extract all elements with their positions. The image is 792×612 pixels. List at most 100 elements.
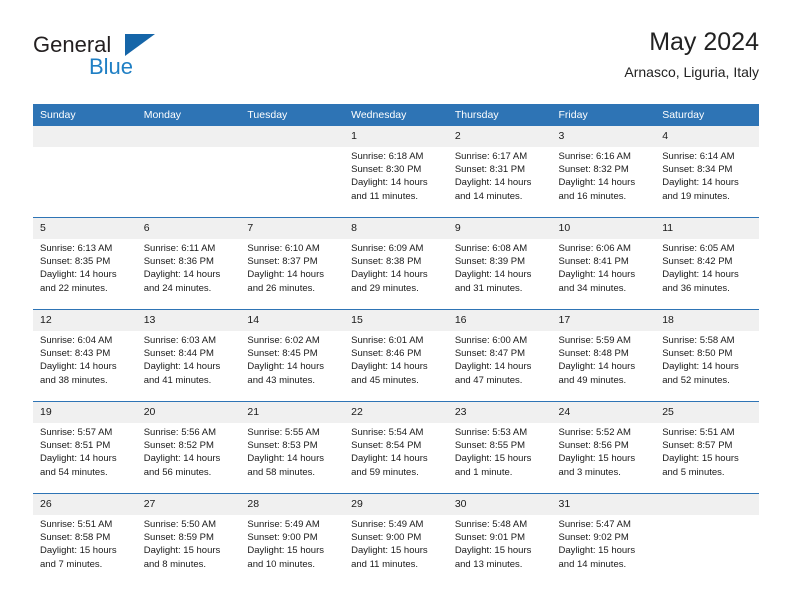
day-details: Sunrise: 5:49 AM Sunset: 9:00 PM Daylight:… [344,515,448,571]
calendar-cell-day[interactable]: 29 Sunrise: 5:49 AM Sunset: 9:00 PM Dayligh… [344,493,448,585]
calendar-cell-day[interactable]: 6 Sunrise: 6:11 AM Sunset: 8:36 PM Daylight… [136,217,241,310]
day-details: Sunrise: 6:13 AM Sunset: 8:35 PM Daylight:… [33,239,137,295]
sunset-text: Sunset: 8:32 PM [558,164,629,176]
sunset-text: Sunset: 9:00 PM [351,532,422,544]
daylight-text: Daylight: 14 hours and 19 minutes. [662,177,739,202]
calendar-cell-day[interactable]: 18 Sunrise: 5:58 AM Sunset: 8:50 PM Dayligh… [655,309,759,402]
sunrise-text: Sunrise: 5:59 AM [558,335,631,346]
calendar-cell-day[interactable]: 30 Sunrise: 5:48 AM Sunset: 9:01 PM Dayligh… [447,493,552,585]
calendar-cell-day[interactable]: 9 Sunrise: 6:08 AM Sunset: 8:39 PM Daylight… [447,217,552,310]
sunrise-text: Sunrise: 5:52 AM [558,427,631,438]
day-number: 23 [447,402,552,423]
sunset-text: Sunset: 8:45 PM [247,348,318,360]
day-details: Sunrise: 6:02 AM Sunset: 8:45 PM Daylight:… [240,331,344,387]
calendar-cell-day[interactable]: 28 Sunrise: 5:49 AM Sunset: 9:00 PM Dayligh… [240,493,345,585]
calendar-cell-day[interactable]: 24 Sunrise: 5:52 AM Sunset: 8:56 PM Dayligh… [551,401,656,494]
calendar-cell-day[interactable]: 11 Sunrise: 6:05 AM Sunset: 8:42 PM Dayligh… [655,217,759,310]
sunset-text: Sunset: 8:30 PM [351,164,422,176]
day-number [240,126,345,147]
calendar-cell-day[interactable]: 27 Sunrise: 5:50 AM Sunset: 8:59 PM Dayligh… [136,493,241,585]
calendar-cell-day[interactable]: 12 Sunrise: 6:04 AM Sunset: 8:43 PM Dayligh… [33,309,137,402]
calendar-cell-day[interactable]: 22 Sunrise: 5:54 AM Sunset: 8:54 PM Dayligh… [344,401,448,494]
weekday-header-saturday: Saturday [655,104,759,126]
calendar-cell-day[interactable]: 10 Sunrise: 6:06 AM Sunset: 8:41 PM Dayligh… [551,217,656,310]
day-details: Sunrise: 6:06 AM Sunset: 8:41 PM Daylight:… [552,239,656,295]
sunset-text: Sunset: 8:46 PM [351,348,422,360]
day-number: 10 [551,218,656,239]
day-details: Sunrise: 5:59 AM Sunset: 8:48 PM Daylight:… [552,331,656,387]
day-number: 27 [136,494,241,515]
calendar-table: Sunday Monday Tuesday Wednesday Thursday… [33,104,759,585]
calendar-cell-day[interactable]: 2 Sunrise: 6:17 AM Sunset: 8:31 PM Daylight… [447,126,552,218]
calendar-cell-day[interactable]: 7 Sunrise: 6:10 AM Sunset: 8:37 PM Daylight… [240,217,345,310]
calendar-cell-day[interactable]: 14 Sunrise: 6:02 AM Sunset: 8:45 PM Dayligh… [240,309,345,402]
calendar-cell-day[interactable]: 17 Sunrise: 5:59 AM Sunset: 8:48 PM Dayligh… [551,309,656,402]
weekday-header-tuesday: Tuesday [240,104,345,126]
calendar-cell-day[interactable]: 31 Sunrise: 5:47 AM Sunset: 9:02 PM Dayligh… [551,493,656,585]
calendar-cell-day[interactable]: 13 Sunrise: 6:03 AM Sunset: 8:44 PM Dayligh… [136,309,241,402]
calendar-header-row: Sunday Monday Tuesday Wednesday Thursday… [33,104,759,126]
daylight-text: Daylight: 15 hours and 7 minutes. [40,545,117,570]
sunrise-text: Sunrise: 5:49 AM [351,519,424,530]
sunset-text: Sunset: 8:35 PM [40,256,111,268]
title-block: May 2024 Arnasco, Liguria, Italy [624,26,759,82]
daylight-text: Daylight: 15 hours and 11 minutes. [351,545,428,570]
calendar-cell-day[interactable]: 23 Sunrise: 5:53 AM Sunset: 8:55 PM Dayligh… [447,401,552,494]
calendar-cell-day[interactable]: 15 Sunrise: 6:01 AM Sunset: 8:46 PM Dayligh… [344,309,448,402]
sunrise-text: Sunrise: 5:57 AM [40,427,113,438]
sunrise-text: Sunrise: 5:50 AM [143,519,217,530]
sunset-text: Sunset: 8:50 PM [662,348,733,360]
sunset-text: Sunset: 8:53 PM [247,440,318,452]
calendar-cell-day[interactable]: 16 Sunrise: 6:00 AM Sunset: 8:47 PM Dayligh… [447,309,552,402]
day-details: Sunrise: 5:52 AM Sunset: 8:56 PM Daylight:… [552,423,656,479]
day-number: 30 [447,494,552,515]
sunrise-text: Sunrise: 5:48 AM [454,519,528,530]
daylight-text: Daylight: 14 hours and 31 minutes. [454,269,532,294]
daylight-text: Daylight: 15 hours and 10 minutes. [247,545,324,570]
calendar-cell-day[interactable]: 21 Sunrise: 5:55 AM Sunset: 8:53 PM Dayligh… [240,401,345,494]
sunrise-text: Sunrise: 5:51 AM [40,519,113,530]
day-number: 18 [655,310,759,331]
day-number: 19 [33,402,137,423]
calendar-cell-day[interactable]: 8 Sunrise: 6:09 AM Sunset: 8:38 PM Daylight… [344,217,448,310]
daylight-text: Daylight: 14 hours and 41 minutes. [143,361,221,386]
calendar-cell-day[interactable]: 26 Sunrise: 5:51 AM Sunset: 8:58 PM Dayligh… [33,493,137,585]
calendar-cell-day[interactable]: 5 Sunrise: 6:13 AM Sunset: 8:35 PM Daylight… [33,217,137,310]
sunset-text: Sunset: 8:44 PM [143,348,214,360]
day-details: Sunrise: 6:11 AM Sunset: 8:36 PM Daylight:… [137,239,241,295]
sunset-text: Sunset: 9:02 PM [558,532,629,544]
sunset-text: Sunset: 8:55 PM [454,440,526,452]
calendar-cell-day[interactable]: 4 Sunrise: 6:14 AM Sunset: 8:34 PM Daylight… [655,126,759,218]
sunset-text: Sunset: 8:48 PM [558,348,629,360]
day-number: 1 [344,126,448,147]
sunrise-text: Sunrise: 6:13 AM [40,243,113,254]
calendar-cell-day[interactable]: 1 Sunrise: 6:18 AM Sunset: 8:30 PM Daylight… [344,126,448,218]
day-number: 28 [240,494,345,515]
calendar-cell-day[interactable]: 3 Sunrise: 6:16 AM Sunset: 8:32 PM Daylight… [551,126,656,218]
day-number: 13 [136,310,241,331]
calendar-cell-day[interactable]: 19 Sunrise: 5:57 AM Sunset: 8:51 PM Dayligh… [33,401,137,494]
sunset-text: Sunset: 8:56 PM [558,440,629,452]
day-details: Sunrise: 5:54 AM Sunset: 8:54 PM Daylight:… [344,423,448,479]
calendar-cell-empty [136,126,241,218]
calendar-cell-day[interactable]: 20 Sunrise: 5:56 AM Sunset: 8:52 PM Dayligh… [136,401,241,494]
sunset-text: Sunset: 8:37 PM [247,256,318,268]
calendar-week-row: 5 Sunrise: 6:13 AM Sunset: 8:35 PM Daylight… [33,217,759,310]
sunset-text: Sunset: 8:36 PM [143,256,214,268]
day-details: Sunrise: 5:56 AM Sunset: 8:52 PM Daylight:… [137,423,241,479]
brand-logo[interactable]: General Blue [33,32,293,92]
daylight-text: Daylight: 15 hours and 1 minute. [454,453,532,478]
sunset-text: Sunset: 8:52 PM [143,440,214,452]
day-details: Sunrise: 6:10 AM Sunset: 8:37 PM Daylight:… [240,239,344,295]
day-number: 9 [447,218,552,239]
day-details: Sunrise: 6:04 AM Sunset: 8:43 PM Daylight:… [33,331,137,387]
sunrise-text: Sunrise: 6:06 AM [558,243,631,254]
day-number [136,126,241,147]
day-number: 3 [551,126,656,147]
sunrise-text: Sunrise: 6:09 AM [351,243,424,254]
daylight-text: Daylight: 15 hours and 8 minutes. [143,545,221,570]
sunrise-text: Sunrise: 6:11 AM [143,243,216,254]
calendar-cell-day[interactable]: 25 Sunrise: 5:51 AM Sunset: 8:57 PM Dayligh… [655,401,759,494]
day-details: Sunrise: 5:53 AM Sunset: 8:55 PM Daylight:… [448,423,552,479]
weekday-header-monday: Monday [136,104,241,126]
